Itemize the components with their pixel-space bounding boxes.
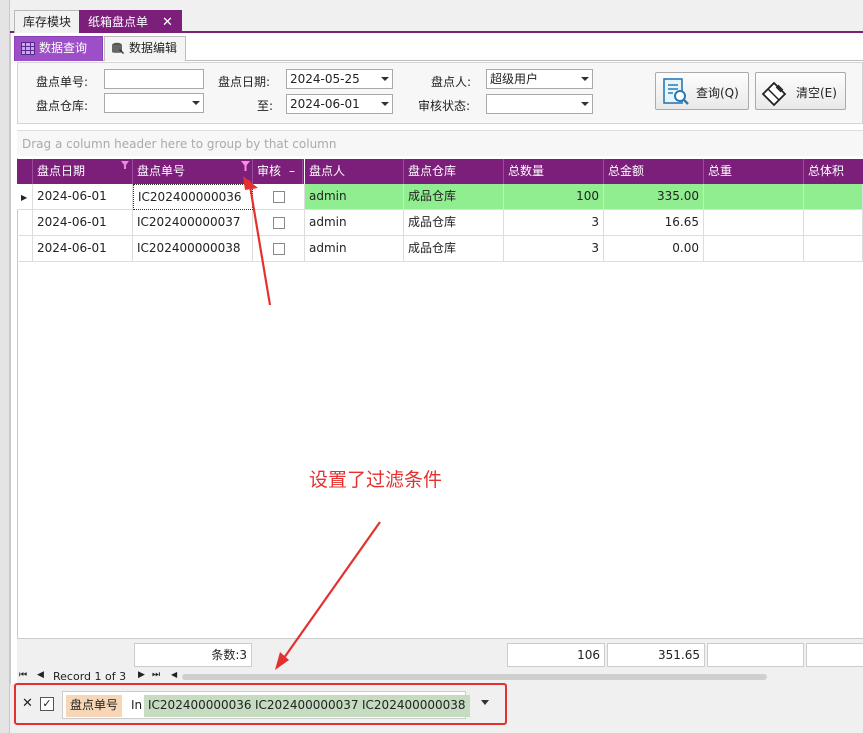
arrow-to-filter	[278, 521, 381, 666]
arrowhead	[243, 176, 258, 190]
arrow-to-header	[247, 179, 272, 306]
app-window: 库存模块 纸箱盘点单 ✕ 数据查询 数据编辑 盘点单号: 盘点日期: 2024-0…	[0, 0, 863, 733]
annotation-arrows	[243, 176, 381, 670]
